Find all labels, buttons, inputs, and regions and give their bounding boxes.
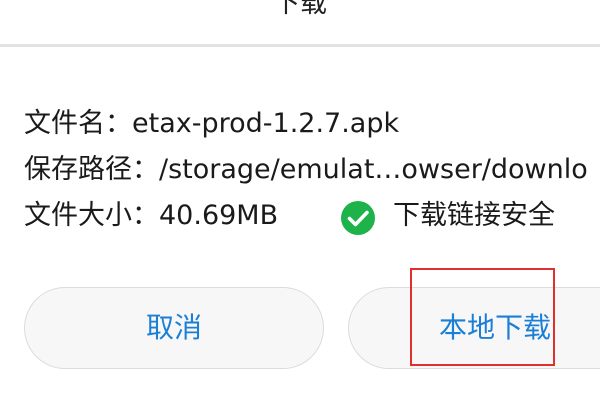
filename-label: 文件名： (24, 108, 132, 139)
file-size-row: 文件大小：40.69MB (24, 196, 278, 236)
save-path-row: 保存路径：/storage/emulat…owser/downlo (24, 150, 588, 190)
safe-link-text: 下载链接安全 (393, 200, 555, 231)
filename-row: 文件名：etax-prod-1.2.7.apk (24, 104, 399, 144)
download-dialog: 下载 文件名：etax-prod-1.2.7.apk 保存路径：/storage… (0, 0, 600, 397)
bottom-edge (0, 385, 600, 397)
save-path-value: /storage/emulat…owser/downlo (159, 154, 588, 185)
cancel-button[interactable]: 取消 (24, 287, 324, 369)
file-size-label: 文件大小： (24, 200, 159, 231)
check-circle-icon (341, 201, 375, 235)
local-download-button[interactable]: 本地下载 (348, 287, 600, 369)
filename-value: etax-prod-1.2.7.apk (132, 108, 400, 139)
save-path-label: 保存路径： (24, 154, 159, 185)
local-download-button-label: 本地下载 (439, 311, 552, 344)
cancel-button-label: 取消 (145, 311, 202, 344)
file-size-value: 40.69MB (159, 200, 279, 231)
dialog-title: 下载 (273, 0, 327, 19)
title-divider (0, 44, 600, 47)
